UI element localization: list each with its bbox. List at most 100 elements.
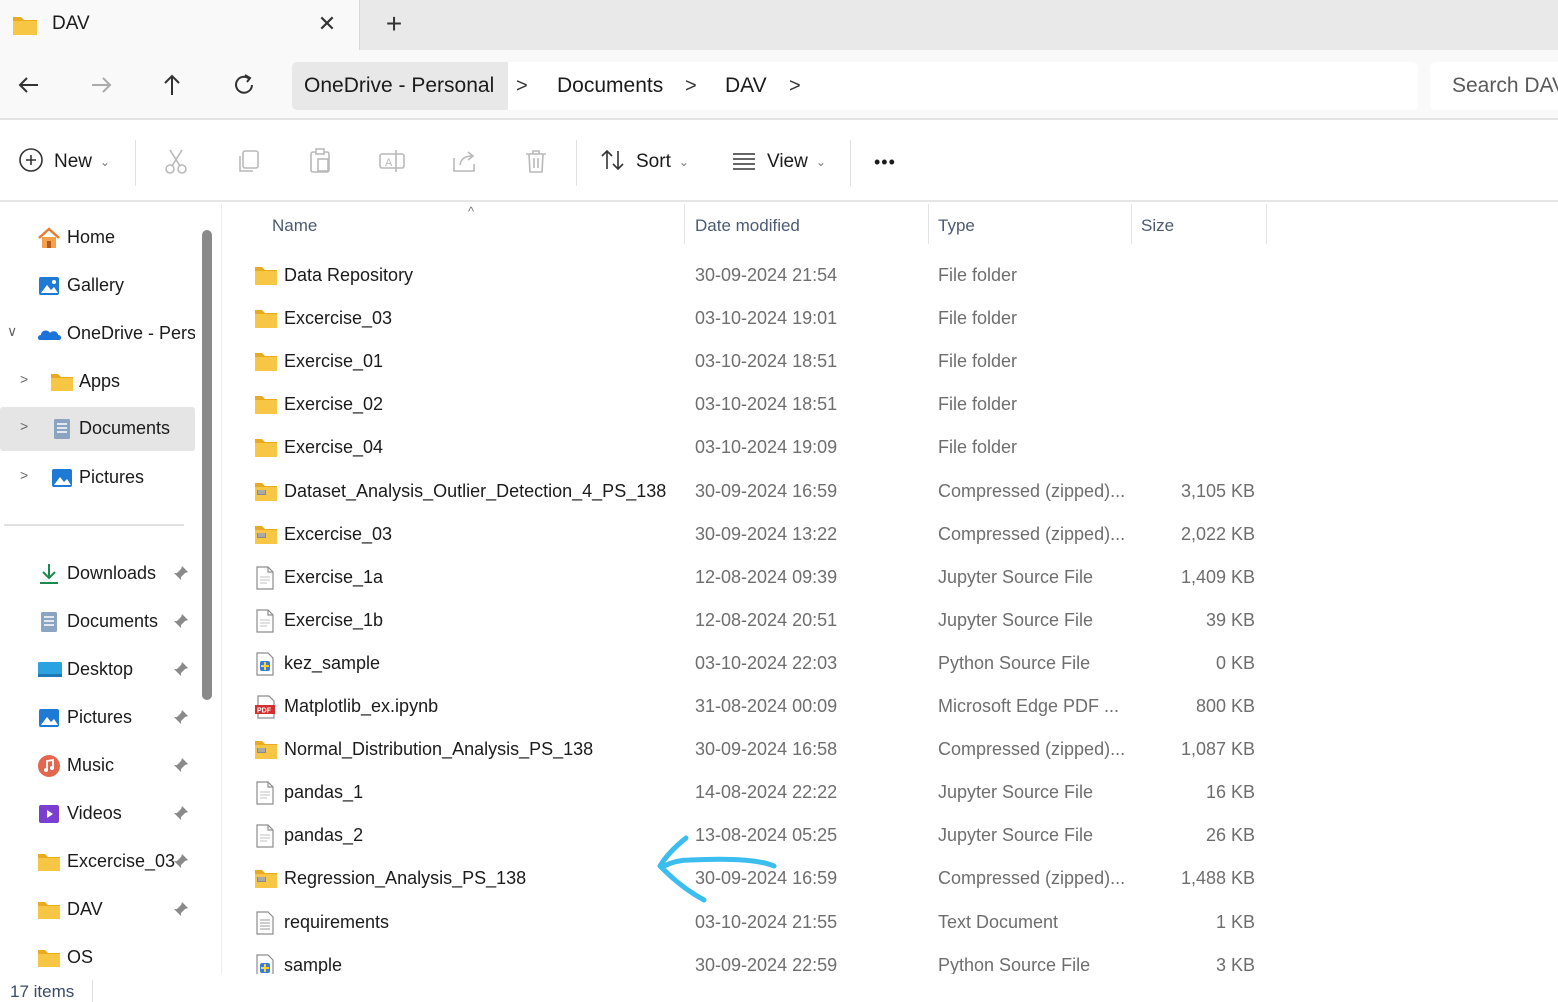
breadcrumb-documents[interactable]: Documents bbox=[557, 62, 663, 110]
cut-icon[interactable] bbox=[161, 146, 191, 176]
chevron-right-icon[interactable]: > bbox=[20, 371, 28, 387]
file-name: Exercise_02 bbox=[284, 394, 384, 415]
more-options-button[interactable]: ••• bbox=[874, 144, 896, 180]
rename-icon[interactable]: A bbox=[377, 146, 407, 176]
file-row[interactable]: Excercise_03 30-09-2024 13:22 Compressed (… bbox=[222, 513, 1558, 556]
zip-folder-icon bbox=[254, 738, 278, 760]
folder-icon bbox=[254, 436, 278, 458]
sidebar-item-gallery[interactable]: Gallery bbox=[0, 264, 195, 308]
quick-access-desktop[interactable]: Desktop bbox=[0, 648, 195, 692]
chevron-right-icon[interactable]: > bbox=[516, 62, 528, 110]
file-row[interactable]: Data Repository 30-09-2024 21:54 File fold… bbox=[222, 254, 1558, 297]
delete-icon[interactable] bbox=[521, 146, 551, 176]
refresh-button[interactable] bbox=[229, 70, 259, 100]
file-date-modified: 03-10-2024 18:51 bbox=[695, 394, 838, 415]
file-row[interactable]: PDF Matplotlib_ex.ipynb 31-08-2024 00:09 Mi… bbox=[222, 685, 1558, 728]
pin-icon[interactable] bbox=[172, 708, 190, 726]
new-button[interactable]: New ⌄ bbox=[18, 144, 110, 180]
chevron-right-icon[interactable]: > bbox=[20, 418, 28, 434]
file-row[interactable]: Normal_Distribution_Analysis_PS_138 30-09… bbox=[222, 728, 1558, 771]
file-name: Matplotlib_ex.ipynb bbox=[284, 696, 439, 716]
share-icon[interactable] bbox=[449, 146, 479, 176]
chevron-right-icon[interactable]: > bbox=[20, 467, 28, 483]
file-date-modified: 03-10-2024 19:09 bbox=[695, 437, 838, 458]
file-date-modified: 12-08-2024 20:51 bbox=[695, 609, 838, 630]
file-name: sample bbox=[284, 954, 343, 975]
pin-icon[interactable] bbox=[172, 612, 190, 630]
more-options-icon: ••• bbox=[874, 151, 896, 172]
search-input[interactable]: Search DAV bbox=[1430, 62, 1558, 110]
tab-dav[interactable]: DAV ✕ bbox=[0, 0, 360, 50]
pin-icon[interactable] bbox=[172, 852, 190, 870]
breadcrumb-dav[interactable]: DAV bbox=[725, 62, 767, 110]
sidebar-item-onedrive[interactable]: ∨ OneDrive - Personal bbox=[0, 312, 195, 356]
new-tab-button[interactable]: + bbox=[380, 8, 408, 40]
chevron-right-icon[interactable]: > bbox=[789, 62, 801, 110]
file-row[interactable]: Exercise_04 03-10-2024 19:09 File folder bbox=[222, 426, 1558, 469]
quick-access-videos[interactable]: Videos bbox=[0, 792, 195, 836]
copy-icon[interactable] bbox=[233, 146, 263, 176]
jupyter-file-icon bbox=[254, 566, 278, 590]
pin-icon[interactable] bbox=[172, 756, 190, 774]
file-row[interactable]: Excercise_03 03-10-2024 19:01 File folder bbox=[222, 297, 1558, 340]
file-row[interactable]: pandas_2 13-08-2024 05:25 Jupyter Source F… bbox=[222, 814, 1558, 857]
file-row[interactable]: Dataset_Analysis_Outlier_Detection_4_PS_… bbox=[222, 470, 1558, 513]
chevron-right-icon[interactable]: > bbox=[685, 62, 697, 110]
sidebar-item-label: Pictures bbox=[67, 707, 133, 727]
file-size: 0 KB bbox=[1215, 652, 1255, 673]
sidebar-item-apps[interactable]: > Apps bbox=[0, 360, 195, 404]
quick-access-excercise-03[interactable]: Excercise_03 bbox=[0, 840, 195, 884]
paste-icon[interactable] bbox=[305, 146, 335, 176]
file-type: File folder bbox=[938, 394, 1018, 415]
breadcrumb[interactable]: OneDrive - Personal > Documents > DAV > bbox=[292, 62, 1418, 110]
up-button[interactable] bbox=[157, 70, 187, 100]
sidebar-item-home[interactable]: Home bbox=[0, 216, 195, 260]
file-type: Compressed (zipped)... bbox=[938, 480, 1126, 501]
sort-button[interactable]: Sort ⌄ bbox=[600, 144, 689, 180]
quick-access-pictures[interactable]: Pictures bbox=[0, 696, 195, 740]
pin-icon[interactable] bbox=[172, 564, 190, 582]
sidebar-item-documents[interactable]: > Documents bbox=[0, 407, 195, 451]
breadcrumb-onedrive[interactable]: OneDrive - Personal bbox=[292, 62, 508, 110]
file-size: 1,488 KB bbox=[1180, 868, 1255, 889]
pin-icon[interactable] bbox=[172, 900, 190, 918]
file-row[interactable]: Exercise_02 03-10-2024 18:51 File folder bbox=[222, 383, 1558, 426]
sort-icon bbox=[600, 147, 626, 178]
quick-access-downloads[interactable]: Downloads bbox=[0, 552, 195, 596]
column-header-type[interactable]: Type bbox=[929, 204, 1132, 246]
tab-strip: DAV ✕ + bbox=[0, 0, 1558, 50]
column-header-size[interactable]: Size bbox=[1132, 204, 1267, 246]
file-size: 3 KB bbox=[1215, 954, 1255, 975]
column-header-date[interactable]: Date modified bbox=[685, 204, 929, 246]
file-row[interactable]: Exercise_01 03-10-2024 18:51 File folder bbox=[222, 340, 1558, 383]
pin-icon[interactable] bbox=[172, 660, 190, 678]
file-type: Compressed (zipped)... bbox=[938, 739, 1126, 760]
forward-button[interactable] bbox=[86, 70, 116, 100]
view-button[interactable]: View ⌄ bbox=[731, 144, 826, 180]
file-row[interactable]: Exercise_1a 12-08-2024 09:39 Jupyter Sourc… bbox=[222, 556, 1558, 599]
python-file-icon bbox=[254, 652, 278, 676]
file-row[interactable]: requirements 03-10-2024 21:55 Text Documen… bbox=[222, 901, 1558, 944]
sidebar-scrollbar[interactable] bbox=[202, 230, 212, 700]
file-row[interactable]: Exercise_1b 12-08-2024 20:51 Jupyter Sourc… bbox=[222, 599, 1558, 642]
file-row[interactable]: kez_sample 03-10-2024 22:03 Python Source … bbox=[222, 642, 1558, 685]
file-row[interactable]: pandas_1 14-08-2024 22:22 Jupyter Source F… bbox=[222, 771, 1558, 814]
close-tab-icon[interactable]: ✕ bbox=[316, 11, 338, 37]
sidebar-item-pictures[interactable]: > Pictures bbox=[0, 456, 195, 500]
quick-access-music[interactable]: Music bbox=[0, 744, 195, 788]
folder-icon bbox=[254, 393, 278, 415]
file-row[interactable]: Regression_Analysis_PS_138 30-09-2024 16:… bbox=[222, 857, 1558, 900]
view-list-icon bbox=[731, 147, 757, 178]
file-type: Jupyter Source File bbox=[938, 609, 1094, 630]
chevron-down-icon[interactable]: ∨ bbox=[7, 323, 17, 340]
file-size: 39 KB bbox=[1205, 609, 1255, 630]
file-size: 800 KB bbox=[1195, 696, 1255, 716]
column-header-name[interactable]: Name ^ bbox=[222, 204, 685, 246]
file-date-modified: 03-10-2024 22:03 bbox=[695, 652, 838, 673]
quick-access-dav[interactable]: DAV bbox=[0, 888, 195, 932]
column-divider[interactable] bbox=[1266, 204, 1267, 244]
zip-folder-icon bbox=[254, 867, 278, 889]
back-button[interactable] bbox=[14, 70, 44, 100]
quick-access-documents[interactable]: Documents bbox=[0, 600, 195, 644]
pin-icon[interactable] bbox=[172, 804, 190, 822]
